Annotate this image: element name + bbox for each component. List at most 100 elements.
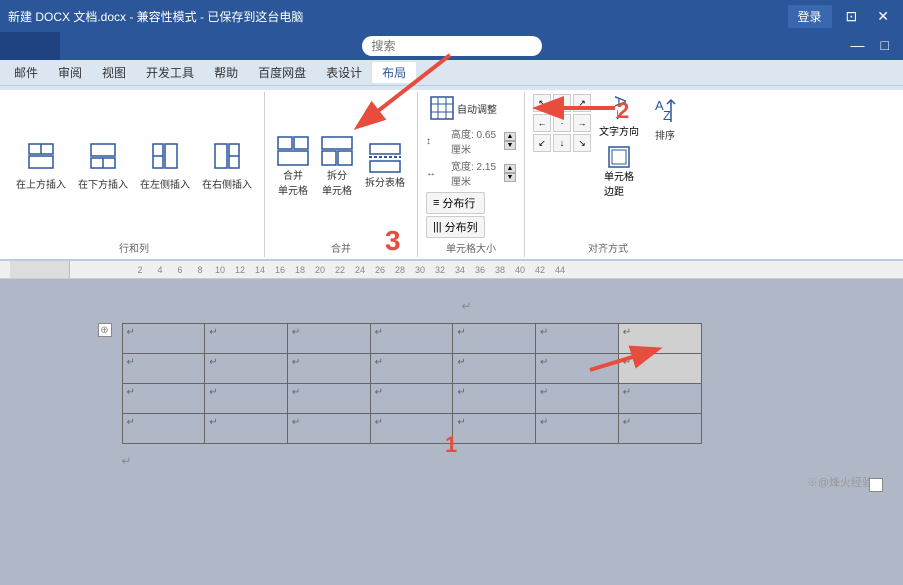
table-cell[interactable]: ↵ [453, 324, 536, 354]
align-bottom-center-button[interactable]: ↓ [553, 134, 571, 152]
title-text: 新建 DOCX 文档.docx - 兼容性模式 - 已保存到这台电脑 [8, 8, 788, 25]
menu-layout[interactable]: 布局 [372, 62, 416, 83]
menu-baidu[interactable]: 百度网盘 [248, 62, 316, 83]
insert-above-button[interactable]: 在上方插入 [12, 140, 70, 193]
table-cell[interactable]: ↵ [536, 414, 619, 444]
insert-right-label: 在右侧插入 [202, 176, 252, 191]
ruler-mark: 24 [350, 265, 370, 275]
ruler-mark: 40 [510, 265, 530, 275]
insert-below-label: 在下方插入 [78, 176, 128, 191]
align-bottom-left-button[interactable]: ↙ [533, 134, 551, 152]
ruler-mark: 2 [130, 265, 150, 275]
align-top-left-button[interactable]: ↖ [533, 94, 551, 112]
distribute-col-button[interactable]: ||| 分布列 [426, 216, 485, 238]
table-cell[interactable]: ↵ [453, 384, 536, 414]
table-cell[interactable]: ↵ [122, 354, 205, 384]
menu-review[interactable]: 审阅 [48, 62, 92, 83]
text-direction-button[interactable]: A→ 文字方向 [597, 94, 641, 140]
table-cell[interactable]: ↵ [122, 384, 205, 414]
split-table-button[interactable]: 拆分表格 [361, 141, 409, 191]
ribbon-group-merge: 合并单元格 拆分单元格 拆分表格 [265, 92, 418, 257]
height-label: 高度: 0.65 厘米 [451, 126, 501, 156]
width-up-button[interactable]: ▲ [504, 164, 516, 173]
table-cell[interactable]: ↵ [287, 384, 370, 414]
ruler-mark: 6 [170, 265, 190, 275]
table-cell[interactable]: ↵ [370, 384, 453, 414]
align-middle-center-button[interactable]: · [553, 114, 571, 132]
distribute-row-button[interactable]: ≡ 分布行 [426, 192, 485, 214]
cell-margin-button[interactable]: 单元格边距 [597, 144, 641, 200]
ruler-mark: 34 [450, 265, 470, 275]
height-down-button[interactable]: ▼ [504, 141, 516, 150]
ribbon-group-align: ↖ ↑ ↗ ← · → ↙ ↓ ↘ A→ 文字方向 [525, 92, 691, 257]
sort-button[interactable]: A Z 排序 [647, 94, 683, 144]
group-rows-cols-label: 行和列 [119, 240, 149, 255]
table-cell[interactable]: ↵ [618, 384, 701, 414]
table-cell[interactable]: ↵ [122, 324, 205, 354]
table-cell[interactable]: ↵ [122, 414, 205, 444]
merge-cells-button[interactable]: 合并单元格 [273, 134, 313, 199]
align-top-right-button[interactable]: ↗ [573, 94, 591, 112]
group-cell-size-label: 单元格大小 [446, 240, 496, 255]
auto-adjust-button[interactable]: 自动调整 [426, 94, 501, 122]
minimize-button[interactable]: — [845, 35, 871, 55]
table-cell-highlighted[interactable]: ↵ [618, 324, 701, 354]
close-button[interactable]: ✕ [871, 6, 895, 27]
table-cell[interactable]: ↵ [453, 354, 536, 384]
document-area[interactable]: ↵ ⊕ ↵ ↵ ↵ ↵ ↵ ↵ ↵ ↵ ↵ ↵ ↵ [0, 279, 903, 585]
table-cell[interactable]: ↵ [287, 414, 370, 444]
table-cell[interactable]: ↵ [370, 414, 453, 444]
width-down-button[interactable]: ▼ [504, 173, 516, 182]
ruler-mark: 42 [530, 265, 550, 275]
ruler-mark: 28 [390, 265, 410, 275]
insert-below-button[interactable]: 在下方插入 [74, 140, 132, 193]
height-up-button[interactable]: ▲ [504, 132, 516, 141]
table-cell[interactable]: ↵ [536, 354, 619, 384]
split-cells-button[interactable]: 拆分单元格 [317, 134, 357, 199]
ribbon: 在上方插入 在下方插入 [0, 86, 903, 261]
table-cell[interactable]: ↵ [453, 414, 536, 444]
document-table: ↵ ↵ ↵ ↵ ↵ ↵ ↵ ↵ ↵ ↵ ↵ ↵ ↵ ↵ [122, 323, 702, 444]
insert-right-button[interactable]: 在右侧插入 [198, 140, 256, 193]
corner-checkbox[interactable] [869, 478, 883, 492]
sort-label: 排序 [655, 127, 675, 142]
table-cell-highlighted[interactable]: ↵ [618, 354, 701, 384]
menu-table-design[interactable]: 表设计 [316, 62, 372, 83]
ruler-mark: 38 [490, 265, 510, 275]
login-button[interactable]: 登录 [788, 5, 832, 28]
table-cell[interactable]: ↵ [287, 324, 370, 354]
table-cell[interactable]: ↵ [205, 384, 288, 414]
menu-devtools[interactable]: 开发工具 [136, 62, 204, 83]
search-input[interactable] [362, 36, 542, 56]
ruler-mark: 16 [270, 265, 290, 275]
table-row: ↵ ↵ ↵ ↵ ↵ ↵ ↵ [122, 324, 701, 354]
ruler-mark: 26 [370, 265, 390, 275]
menu-mail[interactable]: 邮件 [4, 62, 48, 83]
insert-above-label: 在上方插入 [16, 176, 66, 191]
table-row: ↵ ↵ ↵ ↵ ↵ ↵ ↵ [122, 354, 701, 384]
align-middle-right-button[interactable]: → [573, 114, 591, 132]
table-cell[interactable]: ↵ [536, 384, 619, 414]
table-cell[interactable]: ↵ [205, 414, 288, 444]
maximize-button[interactable]: □ [875, 35, 895, 55]
table-cell[interactable]: ↵ [618, 414, 701, 444]
align-grid: ↖ ↑ ↗ ← · → ↙ ↓ ↘ [533, 94, 591, 152]
table-cell[interactable]: ↵ [287, 354, 370, 384]
insert-left-button[interactable]: 在左侧插入 [136, 140, 194, 193]
table-cell[interactable]: ↵ [205, 354, 288, 384]
bottom-bar [869, 478, 883, 492]
table-cell[interactable]: ↵ [370, 324, 453, 354]
menu-help[interactable]: 帮助 [204, 62, 248, 83]
align-bottom-right-button[interactable]: ↘ [573, 134, 591, 152]
menu-view[interactable]: 视图 [92, 62, 136, 83]
ruler-mark: 36 [470, 265, 490, 275]
table-cell[interactable]: ↵ [370, 354, 453, 384]
table-cell[interactable]: ↵ [536, 324, 619, 354]
table-cell[interactable]: ↵ [205, 324, 288, 354]
cell-margin-label: 单元格边距 [604, 168, 634, 198]
title-bar: 新建 DOCX 文档.docx - 兼容性模式 - 已保存到这台电脑 登录 ⊡ … [0, 0, 903, 32]
restore-button[interactable]: ⊡ [840, 6, 864, 27]
table-move-handle[interactable]: ⊕ [98, 323, 112, 337]
align-middle-left-button[interactable]: ← [533, 114, 551, 132]
align-top-center-button[interactable]: ↑ [553, 94, 571, 112]
